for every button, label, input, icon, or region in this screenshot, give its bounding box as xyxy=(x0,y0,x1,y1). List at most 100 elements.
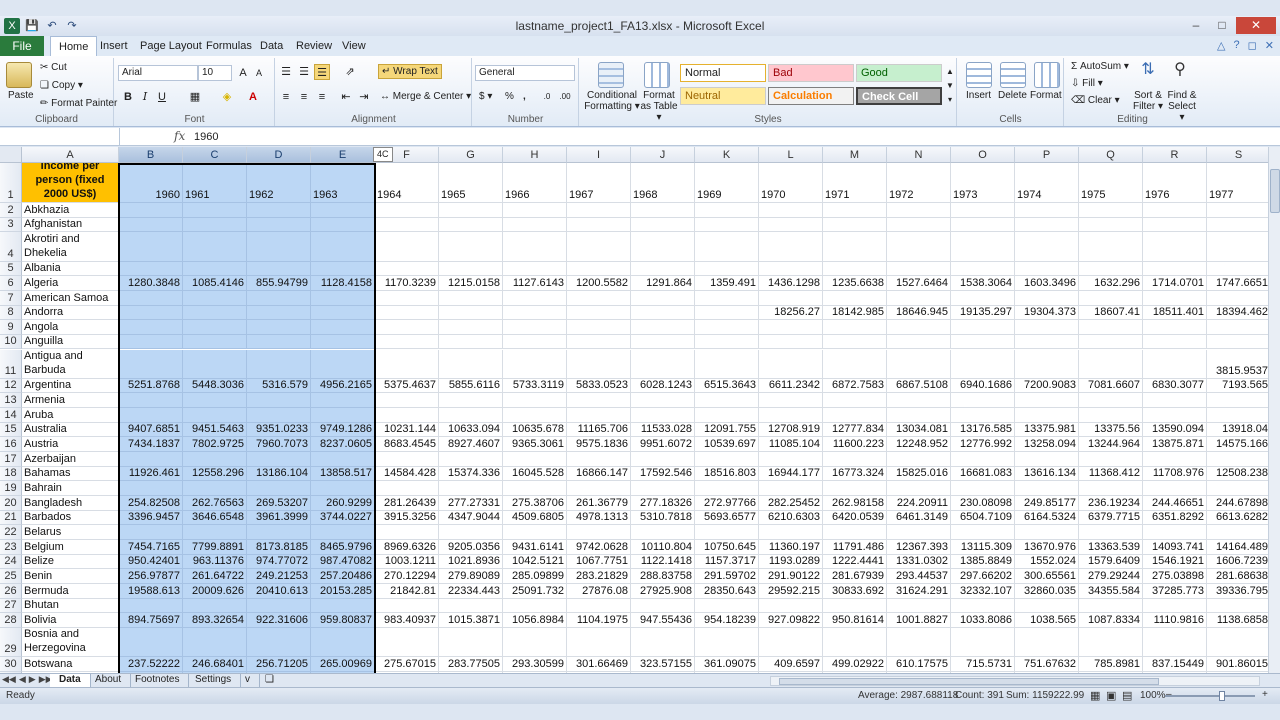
row-header-30[interactable]: 30 xyxy=(0,657,22,672)
data-cell[interactable] xyxy=(695,320,759,335)
data-cell[interactable] xyxy=(247,261,311,277)
data-cell[interactable]: 751.67632 xyxy=(1015,657,1079,672)
data-cell[interactable] xyxy=(247,393,311,409)
data-cell[interactable]: 15825.016 xyxy=(887,466,951,482)
row-header-8[interactable]: 8 xyxy=(0,305,22,321)
data-cell[interactable] xyxy=(887,349,951,379)
align-left-icon[interactable]: ≡ xyxy=(278,89,294,105)
year-header-cell[interactable]: 1970 xyxy=(759,163,823,203)
data-cell[interactable] xyxy=(311,203,375,218)
data-cell[interactable]: 300.65561 xyxy=(1015,569,1079,584)
data-cell[interactable]: 16045.528 xyxy=(503,466,567,482)
column-header-b[interactable]: B xyxy=(119,147,183,163)
data-cell[interactable]: 7200.9083 xyxy=(1015,378,1079,394)
fill-button[interactable]: ⇩ Fill ▾ xyxy=(1071,78,1103,89)
country-name-cell[interactable]: Australia xyxy=(22,422,119,438)
data-cell[interactable]: 8969.6326 xyxy=(375,539,439,555)
data-cell[interactable] xyxy=(759,290,823,306)
data-cell[interactable] xyxy=(951,261,1015,277)
data-cell[interactable]: 18607.41 xyxy=(1079,305,1143,321)
data-cell[interactable] xyxy=(1143,408,1207,423)
data-cell[interactable] xyxy=(119,217,183,233)
data-cell[interactable]: 1193.0289 xyxy=(759,554,823,570)
data-cell[interactable] xyxy=(1015,481,1079,496)
data-cell[interactable] xyxy=(439,598,503,614)
data-cell[interactable] xyxy=(375,452,439,467)
data-cell[interactable] xyxy=(183,481,247,496)
data-cell[interactable] xyxy=(503,320,567,335)
vertical-scrollbar[interactable] xyxy=(1268,147,1280,673)
font-color-icon[interactable]: A xyxy=(245,89,261,105)
data-cell[interactable] xyxy=(247,408,311,423)
data-cell[interactable] xyxy=(567,217,631,233)
data-cell[interactable] xyxy=(1143,598,1207,614)
align-center-icon[interactable]: ≡ xyxy=(296,89,312,105)
number-format-select[interactable]: General xyxy=(475,65,575,81)
data-cell[interactable] xyxy=(567,598,631,614)
data-cell[interactable] xyxy=(759,349,823,379)
data-cell[interactable] xyxy=(567,232,631,262)
data-cell[interactable] xyxy=(567,290,631,306)
data-cell[interactable] xyxy=(567,261,631,277)
data-cell[interactable]: 6611.2342 xyxy=(759,378,823,394)
year-header-cell[interactable]: 1971 xyxy=(823,163,887,203)
shrink-font-icon[interactable]: A xyxy=(251,65,267,81)
data-cell[interactable] xyxy=(887,334,951,350)
data-cell[interactable]: 3815.9537 xyxy=(1207,350,1268,379)
data-cell[interactable] xyxy=(119,452,183,467)
data-cell[interactable] xyxy=(375,217,439,233)
comma-button[interactable]: , xyxy=(523,91,526,102)
data-cell[interactable]: 25091.732 xyxy=(503,583,567,599)
data-cell[interactable]: 5855.6116 xyxy=(439,378,503,394)
data-cell[interactable]: 256.97877 xyxy=(119,569,183,584)
row-header-10[interactable]: 10 xyxy=(0,334,22,350)
year-header-cell[interactable]: 1976 xyxy=(1143,163,1207,203)
zoom-slider[interactable] xyxy=(1165,695,1255,697)
data-cell[interactable] xyxy=(759,320,823,335)
data-cell[interactable] xyxy=(247,290,311,306)
data-cell[interactable] xyxy=(1015,334,1079,350)
country-name-cell[interactable]: Bahamas xyxy=(22,466,119,482)
row-header-20[interactable]: 20 xyxy=(0,496,22,511)
data-cell[interactable] xyxy=(567,305,631,321)
insert-function-icon[interactable]: fx xyxy=(174,129,185,143)
data-cell[interactable] xyxy=(311,320,375,335)
column-header-r[interactable]: R xyxy=(1143,147,1207,163)
data-cell[interactable]: 8237.0605 xyxy=(311,437,375,453)
data-cell[interactable]: 293.44537 xyxy=(887,569,951,584)
row-header-22[interactable]: 22 xyxy=(0,525,22,540)
row-header-6[interactable]: 6 xyxy=(0,276,22,291)
data-cell[interactable] xyxy=(631,481,695,496)
data-cell[interactable] xyxy=(183,232,247,262)
country-name-cell[interactable]: Akrotiri and Dhekelia xyxy=(22,232,119,262)
data-cell[interactable]: 12367.393 xyxy=(887,539,951,555)
data-cell[interactable]: 3915.3256 xyxy=(375,510,439,526)
row-header-26[interactable]: 26 xyxy=(0,583,22,599)
data-cell[interactable] xyxy=(311,481,375,496)
data-cell[interactable]: 9742.0628 xyxy=(567,539,631,555)
data-cell[interactable]: 291.90122 xyxy=(759,569,823,584)
data-cell[interactable] xyxy=(695,452,759,467)
data-cell[interactable] xyxy=(375,334,439,350)
data-cell[interactable]: 1436.1298 xyxy=(759,276,823,291)
data-cell[interactable] xyxy=(695,334,759,350)
column-header-o[interactable]: O xyxy=(951,147,1015,163)
data-cell[interactable] xyxy=(311,598,375,614)
column-header-p[interactable]: P xyxy=(1015,147,1079,163)
data-cell[interactable]: 270.12294 xyxy=(375,569,439,584)
sheet-tab-footnotes[interactable]: Footnotes xyxy=(126,674,190,687)
data-cell[interactable]: 29592.215 xyxy=(759,583,823,599)
data-cell[interactable]: 18142.985 xyxy=(823,305,887,321)
data-cell[interactable]: 12708.919 xyxy=(759,422,823,438)
data-cell[interactable]: 244.46651 xyxy=(1143,496,1207,511)
data-cell[interactable]: 6164.5324 xyxy=(1015,510,1079,526)
data-cell[interactable]: 15374.336 xyxy=(439,466,503,482)
country-name-cell[interactable]: Botswana xyxy=(22,657,119,672)
data-cell[interactable]: 983.40937 xyxy=(375,613,439,628)
data-cell[interactable]: 13258.094 xyxy=(1015,437,1079,453)
data-cell[interactable]: 39336.795 xyxy=(1207,584,1268,599)
data-cell[interactable] xyxy=(311,290,375,306)
data-cell[interactable]: 244.67898 xyxy=(1207,496,1268,511)
insert-cells-button[interactable]: Insert xyxy=(966,90,991,101)
data-cell[interactable] xyxy=(311,217,375,233)
